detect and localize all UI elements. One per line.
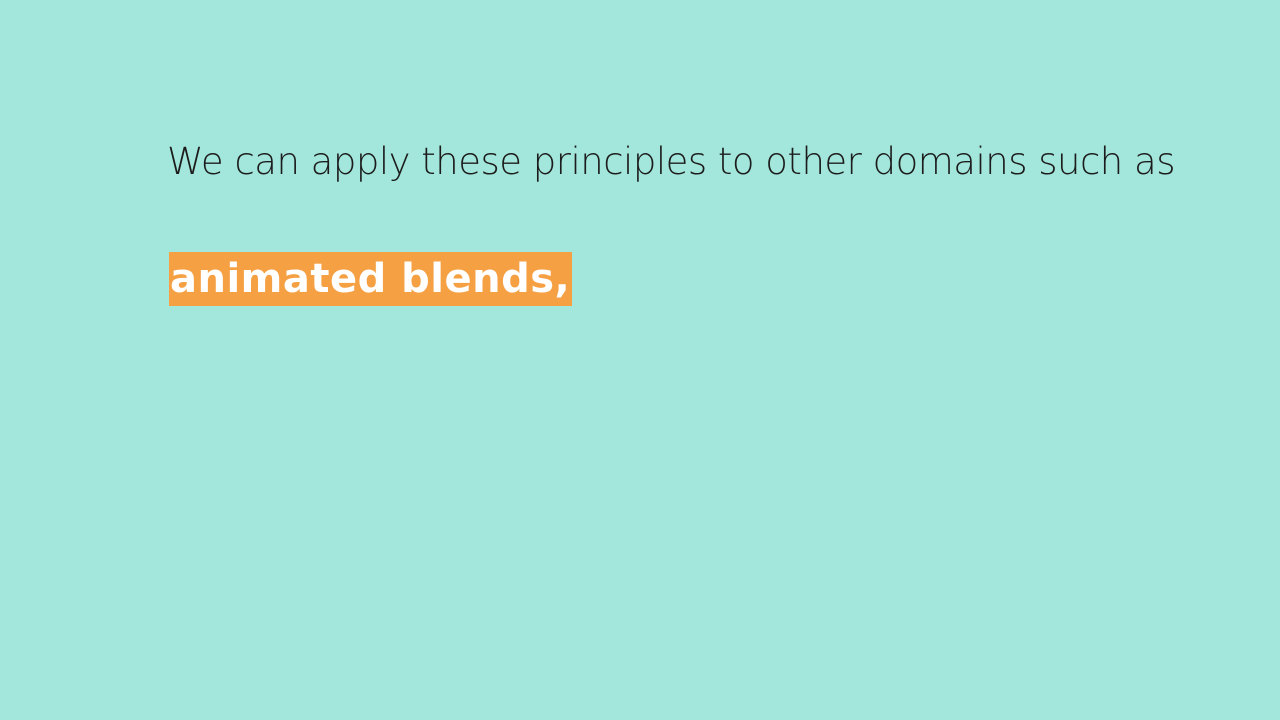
slide-canvas: We can apply these principles to other d… bbox=[0, 0, 1280, 720]
intro-text: We can apply these principles to other d… bbox=[167, 140, 1175, 183]
highlighted-phrase: animated blends, bbox=[169, 252, 573, 306]
